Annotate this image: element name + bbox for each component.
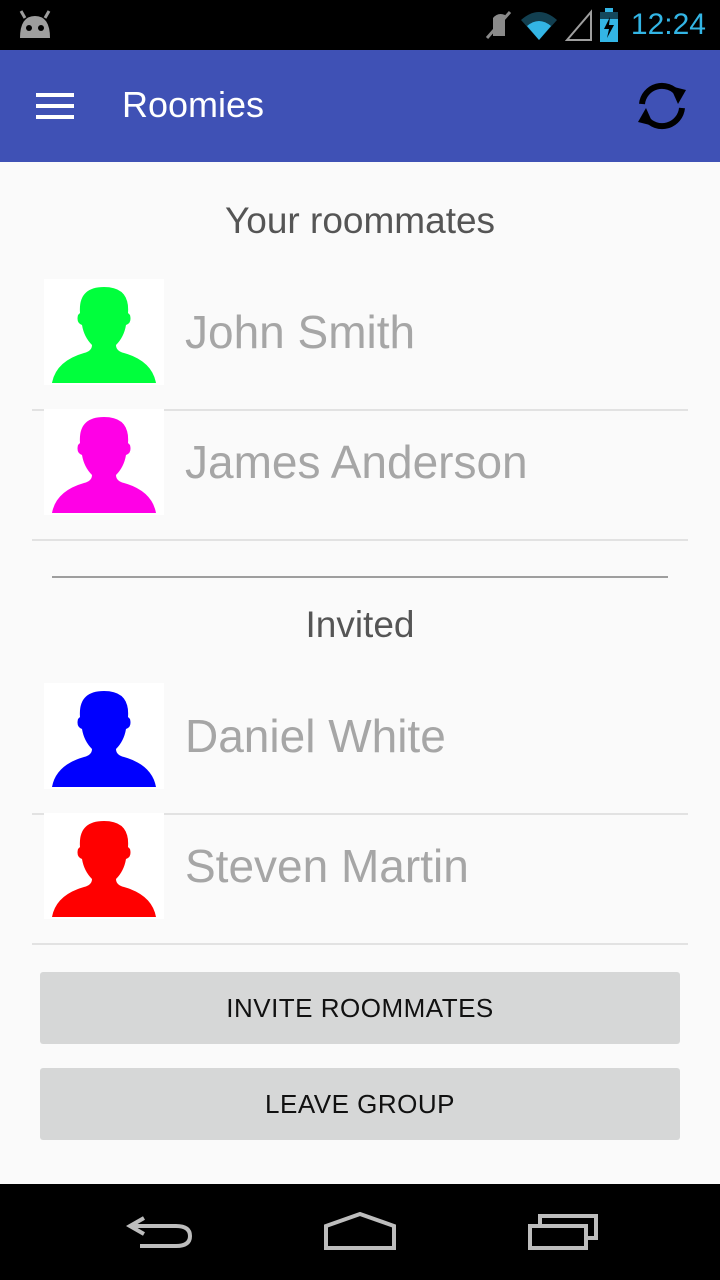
person-silhouette-icon bbox=[52, 287, 156, 383]
person-silhouette-icon bbox=[52, 417, 156, 513]
status-bar: 12:24 bbox=[0, 0, 720, 50]
person-name: Daniel White bbox=[185, 710, 446, 762]
navigation-bar bbox=[0, 1184, 720, 1280]
person-name: James Anderson bbox=[185, 436, 528, 488]
leave-group-button[interactable]: LEAVE GROUP bbox=[40, 1068, 680, 1140]
recents-icon[interactable] bbox=[526, 1212, 600, 1252]
section-divider bbox=[52, 576, 668, 578]
roommate-row[interactable]: John Smith bbox=[32, 279, 688, 411]
app-bar: Roomies bbox=[0, 50, 720, 162]
menu-icon[interactable] bbox=[36, 93, 76, 119]
roommate-row[interactable]: James Anderson bbox=[32, 409, 688, 541]
app-title: Roomies bbox=[122, 84, 265, 125]
avatar bbox=[44, 683, 164, 789]
person-silhouette-icon bbox=[52, 821, 156, 917]
invited-row[interactable]: Daniel White bbox=[32, 683, 688, 815]
person-name: John Smith bbox=[185, 306, 416, 358]
wifi-icon bbox=[520, 12, 557, 40]
home-icon[interactable] bbox=[322, 1212, 398, 1252]
back-icon[interactable] bbox=[124, 1212, 196, 1252]
mute-icon bbox=[485, 11, 512, 39]
android-icon bbox=[19, 10, 51, 38]
avatar bbox=[44, 409, 164, 515]
battery-charging-icon bbox=[599, 8, 618, 42]
invited-section-title: Invited bbox=[305, 604, 415, 645]
status-time: 12:24 bbox=[630, 8, 706, 41]
invited-row[interactable]: Steven Martin bbox=[32, 813, 688, 945]
person-silhouette-icon bbox=[52, 691, 156, 787]
roommates-section-title: Your roommates bbox=[224, 200, 496, 241]
invite-roommates-button[interactable]: INVITE ROOMMATES bbox=[40, 972, 680, 1044]
avatar bbox=[44, 279, 164, 385]
person-name: Steven Martin bbox=[185, 840, 469, 892]
sync-icon[interactable] bbox=[632, 78, 692, 134]
avatar bbox=[44, 813, 164, 919]
avatar-shape bbox=[52, 287, 156, 383]
signal-icon bbox=[564, 9, 592, 41]
